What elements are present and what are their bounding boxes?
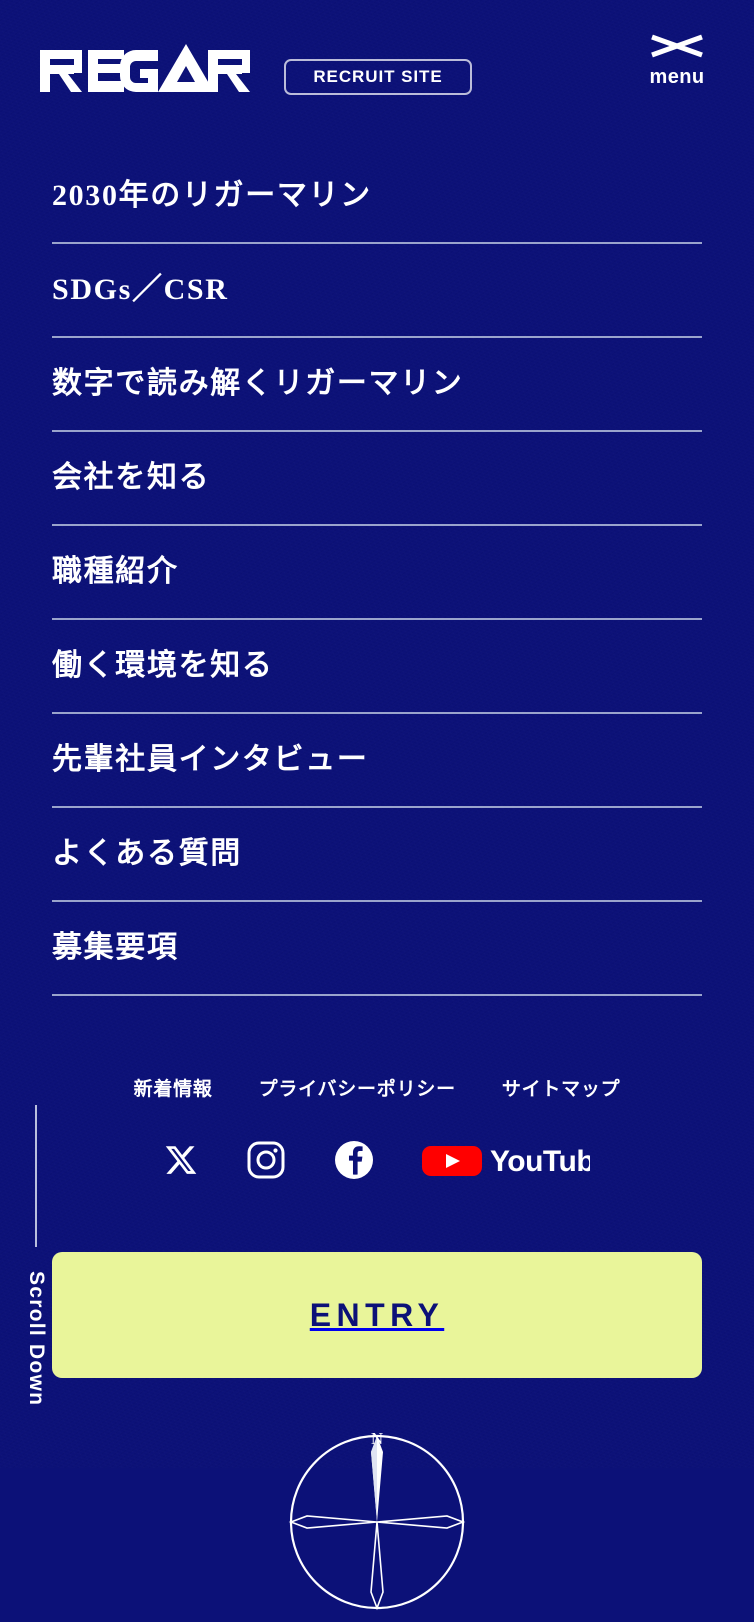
compass-rose-icon: N (288, 1429, 466, 1611)
nav-item-label: 職種紹介 (52, 555, 179, 588)
entry-button-label: ENTRY (309, 1296, 445, 1333)
instagram-link[interactable] (246, 1140, 286, 1180)
menu-button-label: menu (649, 66, 705, 88)
nav-item-label: 2030年のリガーマリン (52, 179, 372, 212)
footer-link-privacy-policy[interactable]: プライバシーポリシー (259, 1074, 456, 1101)
nav-item-recruitment[interactable]: 募集要項 (52, 902, 702, 996)
social-links: YouTube (0, 1140, 754, 1180)
nav-item-label: よくある質問 (52, 837, 242, 870)
footer-link-sitemap[interactable]: サイトマップ (502, 1074, 621, 1101)
svg-text:YouTube: YouTube (490, 1145, 590, 1178)
close-x-icon (651, 34, 703, 58)
menu-button[interactable]: menu (642, 34, 712, 87)
nav-item-2030-rigarmarine[interactable]: 2030年のリガーマリン (52, 150, 702, 244)
compass-north-label: N (371, 1429, 383, 1448)
scroll-down-indicator: Scroll Down (24, 1105, 48, 1406)
entry-button[interactable]: ENTRY (52, 1252, 702, 1378)
recruit-site-badge[interactable]: RECRUIT SITE (284, 59, 472, 95)
youtube-icon: YouTube (422, 1145, 590, 1178)
facebook-icon (335, 1141, 373, 1179)
page-root: RECRUIT SITE menu 2030年のリガーマリン SDGs／CSR … (0, 0, 754, 1611)
site-header: RECRUIT SITE menu (0, 0, 754, 140)
nav-item-label: 先輩社員インタビュー (52, 743, 369, 776)
main-navigation: 2030年のリガーマリン SDGs／CSR 数字で読み解くリガーマリン 会社を知… (52, 150, 702, 996)
youtube-link[interactable]: YouTube (422, 1140, 590, 1180)
facebook-link[interactable] (334, 1140, 374, 1180)
regar-logo[interactable] (38, 42, 250, 100)
nav-item-work-environment[interactable]: 働く環境を知る (52, 620, 702, 714)
nav-item-label: 働く環境を知る (52, 649, 274, 682)
scroll-down-line (35, 1105, 37, 1247)
x-twitter-link[interactable] (164, 1143, 198, 1177)
scroll-down-label: Scroll Down (25, 1271, 48, 1407)
nav-item-faq[interactable]: よくある質問 (52, 808, 702, 902)
nav-item-label: SDGs／CSR (52, 273, 229, 306)
instagram-icon (247, 1141, 285, 1179)
nav-item-job-types[interactable]: 職種紹介 (52, 526, 702, 620)
nav-item-about-company[interactable]: 会社を知る (52, 432, 702, 526)
footer-links: 新着情報 プライバシーポリシー サイトマップ (0, 1074, 754, 1101)
nav-item-label: 会社を知る (52, 461, 211, 494)
nav-item-interviews[interactable]: 先輩社員インタビュー (52, 714, 702, 808)
footer-link-news[interactable]: 新着情報 (134, 1074, 213, 1101)
nav-item-label: 募集要項 (52, 931, 179, 964)
nav-item-sdgs-csr[interactable]: SDGs／CSR (52, 244, 702, 338)
nav-item-numbers[interactable]: 数字で読み解くリガーマリン (52, 338, 702, 432)
recruit-site-badge-label: RECRUIT SITE (313, 67, 443, 86)
nav-item-label: 数字で読み解くリガーマリン (52, 367, 464, 400)
x-twitter-icon (165, 1146, 197, 1174)
